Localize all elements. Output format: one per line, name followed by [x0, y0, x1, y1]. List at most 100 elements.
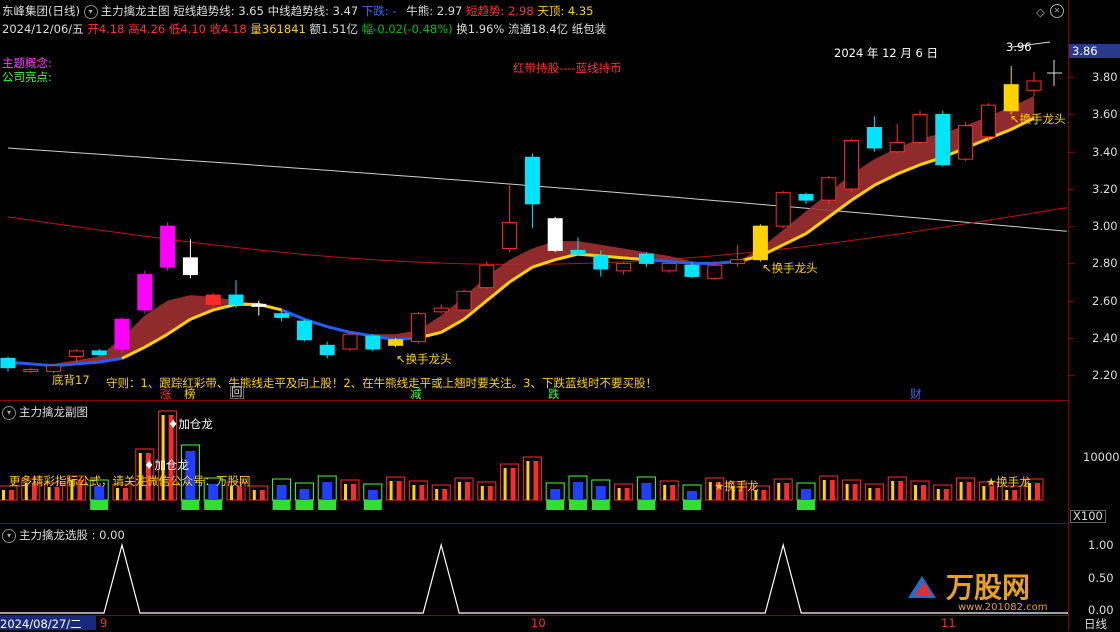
low-note: 底背17 — [52, 373, 90, 387]
sel-tick-1: 1.00 — [1088, 538, 1114, 552]
volume-neg-green — [363, 500, 382, 510]
candle — [661, 261, 677, 273]
candle-body — [388, 339, 404, 346]
volume-fill-yellow — [914, 485, 917, 500]
candle-body — [844, 140, 860, 190]
candle-body — [707, 264, 723, 279]
price-tick-mark — [1069, 300, 1074, 302]
candle — [319, 341, 335, 359]
promo-text: 更多精彩指标公式，请关注微信公众号：万股网 — [9, 474, 251, 488]
volume-outline — [956, 477, 976, 501]
candle-body — [1003, 84, 1019, 112]
volume-fill-yellow — [503, 468, 507, 500]
volume-fill-red — [921, 485, 926, 500]
volume-bar — [272, 478, 292, 510]
candle-body — [935, 113, 951, 166]
volume-fill-red — [510, 468, 516, 500]
volume-outline — [522, 456, 542, 501]
volume-fill-yellow — [822, 480, 826, 500]
price-tick: 2.80 — [1092, 256, 1118, 271]
candle — [0, 356, 16, 372]
candle — [798, 192, 814, 204]
volume-bar — [317, 475, 337, 510]
candle-body — [91, 350, 107, 356]
trend-line-segment — [326, 325, 351, 334]
candle — [524, 153, 540, 229]
volume-bar — [614, 483, 634, 501]
volume-fill-blue — [367, 490, 378, 500]
candle — [844, 138, 860, 193]
period-label[interactable]: 日线 — [1084, 616, 1107, 632]
volume-bar — [819, 475, 839, 501]
volume-fill-yellow — [1005, 490, 1009, 500]
volume-fill-yellow — [2, 490, 5, 500]
candle — [182, 239, 198, 279]
volume-neg-green — [637, 500, 656, 510]
volume-fill-red — [624, 488, 630, 500]
candle — [296, 319, 312, 342]
volume-outline — [431, 484, 451, 501]
volume-bar — [887, 476, 907, 501]
tag-return[interactable]: 回 — [230, 386, 244, 399]
volume-fill-yellow — [526, 461, 530, 500]
trend-line-segment — [76, 360, 100, 366]
candle-body — [433, 307, 449, 313]
volume-bar — [773, 478, 793, 501]
volume-bar — [796, 482, 816, 510]
volume-fill-red — [852, 484, 858, 500]
candle — [23, 367, 39, 374]
volume-fill-blue — [299, 489, 310, 500]
candle-body — [182, 257, 198, 276]
volume-fill-blue — [550, 489, 561, 500]
volume-bar — [363, 483, 383, 510]
candle-body — [114, 318, 130, 350]
price-tick-mark — [1069, 188, 1074, 190]
candle-body — [958, 125, 974, 160]
vol-tick: 10000 — [1083, 450, 1120, 464]
price-tick: 3.00 — [1092, 219, 1118, 234]
volume-outline — [773, 478, 793, 501]
volume-fill-yellow — [708, 482, 712, 500]
price-chart[interactable] — [0, 0, 1068, 400]
volume-bar — [910, 480, 930, 501]
handover-label-2: ↖换手龙头 — [762, 261, 818, 275]
volume-neg-green — [204, 500, 223, 510]
volume-bar — [864, 483, 884, 501]
volume-fill-yellow — [480, 486, 484, 500]
volume-fill-red — [533, 461, 539, 500]
volume-neg-green — [569, 500, 587, 510]
candle-body — [524, 156, 540, 205]
candle-body — [638, 253, 654, 264]
volume-outline — [614, 483, 634, 501]
price-tick: 3.40 — [1092, 144, 1118, 159]
candle — [980, 103, 996, 143]
price-tick-mark — [1069, 151, 1074, 153]
candle-body — [342, 333, 358, 350]
price-tick-mark — [1069, 226, 1074, 228]
candle-body — [160, 225, 176, 268]
volume-fill-blue — [641, 483, 652, 500]
volume-fill-red — [396, 481, 402, 500]
volume-fill-red — [9, 490, 14, 500]
price-tick: 2.40 — [1092, 330, 1118, 345]
handover-label-1: ↖换手龙头 — [396, 352, 452, 366]
candle-body — [912, 113, 928, 143]
volume-neg-green — [683, 500, 701, 510]
volume-fill-blue — [276, 485, 287, 500]
sub-mark-1: ♦加仓龙 — [168, 417, 213, 431]
price-tick: 3.80 — [1092, 70, 1118, 85]
month-10: 10 — [531, 616, 546, 630]
vol-unit[interactable]: X100 — [1070, 510, 1106, 523]
candle — [935, 110, 951, 167]
volume-fill-yellow — [982, 486, 986, 500]
volume-fill-yellow — [936, 489, 940, 500]
candle-body — [1026, 80, 1042, 91]
candle-body — [251, 303, 267, 307]
volume-fill-red — [1035, 483, 1040, 500]
candle-body — [274, 313, 290, 318]
candle-body — [866, 127, 882, 149]
candle-body — [365, 335, 381, 350]
volume-neg-green — [272, 500, 291, 510]
volume-outline — [386, 476, 406, 501]
volume-outline — [249, 485, 269, 501]
